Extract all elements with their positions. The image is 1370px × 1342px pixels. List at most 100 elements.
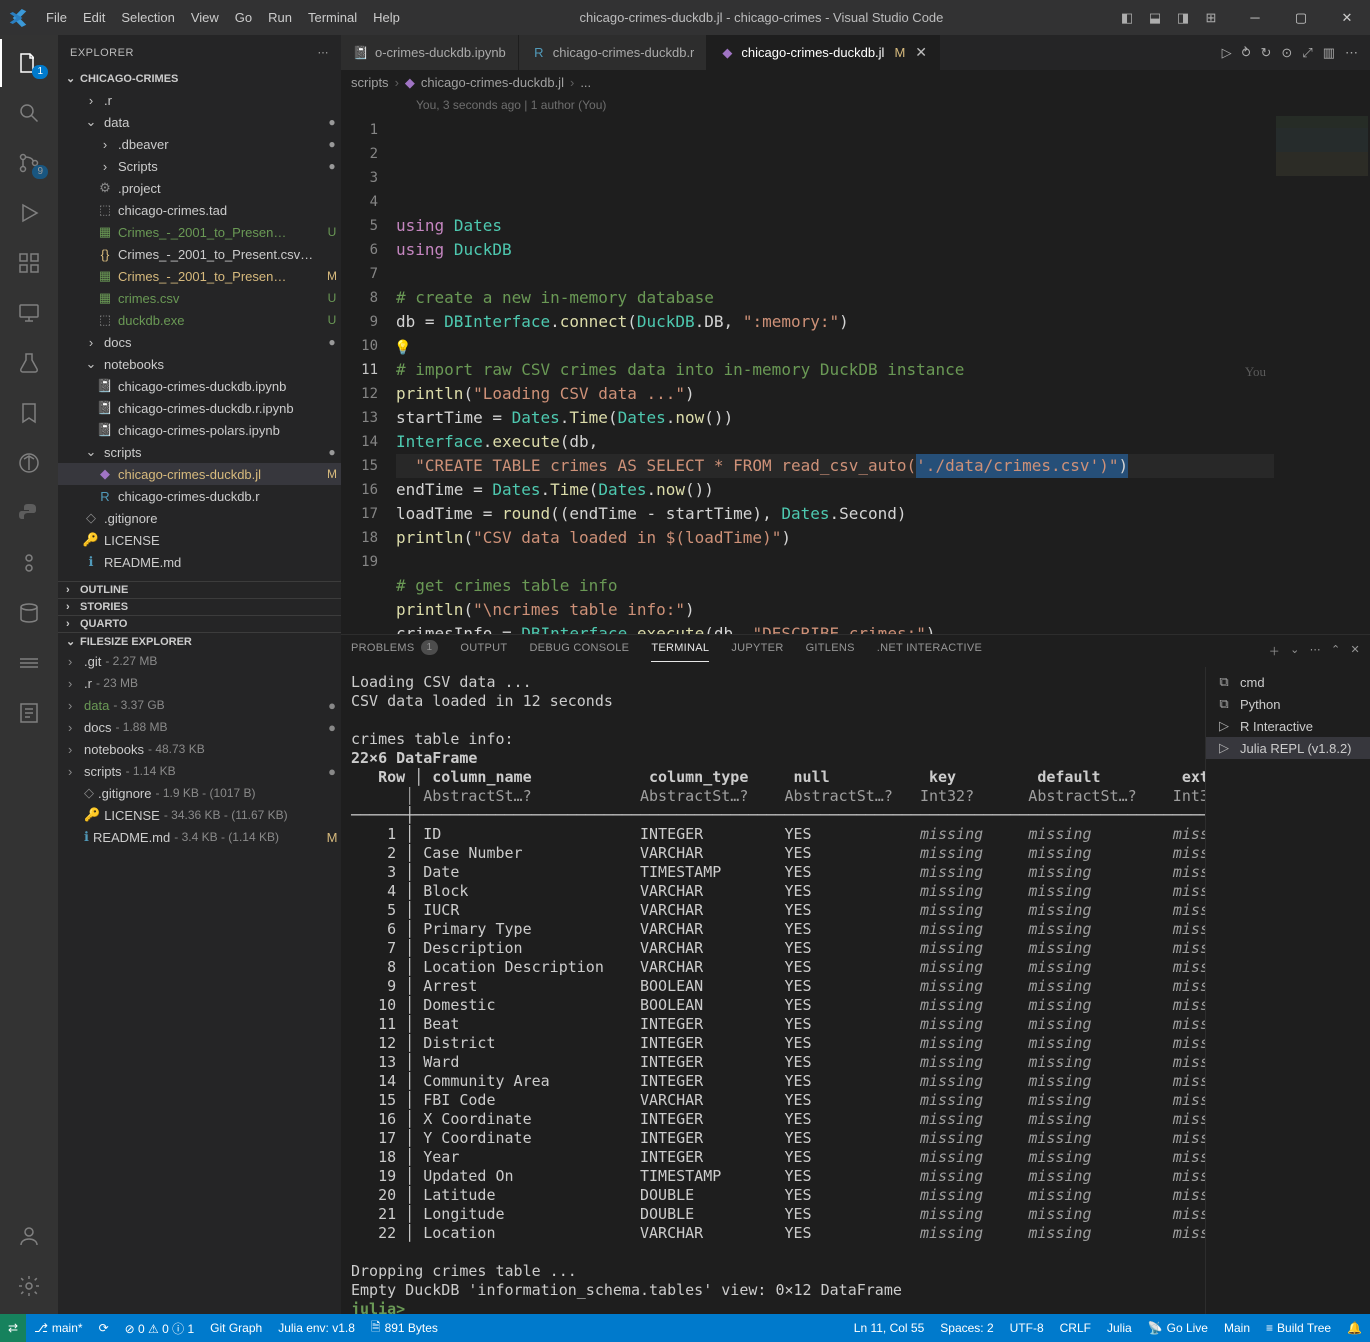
activity-python[interactable]: [0, 489, 58, 537]
breadcrumb-item[interactable]: ...: [580, 75, 591, 90]
terminal-item[interactable]: ⧉Python: [1206, 693, 1370, 715]
filesize-row[interactable]: ›.git - 2.27 MB: [58, 650, 341, 672]
diff-icon[interactable]: ⤢: [1302, 45, 1312, 61]
ellipsis-icon[interactable]: ⊙: [1281, 45, 1292, 61]
new-terminal-icon[interactable]: ＋: [1269, 643, 1280, 659]
minimap[interactable]: [1274, 114, 1370, 634]
editor-tab[interactable]: Rchicago-crimes-duckdb.r: [519, 35, 708, 70]
cursor-position[interactable]: Ln 11, Col 55: [846, 1321, 933, 1335]
filesize-indicator[interactable]: 🗎 891 Bytes: [363, 1314, 446, 1342]
activity-explorer[interactable]: 1: [0, 39, 58, 87]
breadcrumb-item[interactable]: scripts: [351, 75, 389, 90]
activity-account[interactable]: [0, 1212, 58, 1260]
tree-item[interactable]: ⌄notebooks: [58, 353, 341, 375]
menu-file[interactable]: File: [39, 10, 74, 25]
close-panel-icon[interactable]: ✕: [1350, 643, 1360, 659]
filesize-row[interactable]: 🔑LICENSE - 34.36 KB - (11.67 KB): [58, 804, 341, 826]
close-tab-icon[interactable]: ✕: [915, 44, 927, 61]
lightbulb-icon[interactable]: 💡: [396, 336, 411, 360]
indent-indicator[interactable]: Spaces: 2: [932, 1321, 1001, 1335]
activity-run[interactable]: [0, 189, 58, 237]
tree-item[interactable]: ▦crimes.csvU: [58, 287, 341, 309]
terminal-dropdown-icon[interactable]: ⌄: [1290, 643, 1300, 659]
split-icon[interactable]: ▥: [1323, 45, 1335, 61]
section-outline[interactable]: ›OUTLINE: [58, 581, 341, 598]
more-run-icon[interactable]: ⥁: [1242, 45, 1251, 61]
code-line[interactable]: loadTime = round((endTime - startTime), …: [396, 502, 1274, 526]
activity-jupyter[interactable]: [0, 539, 58, 587]
tree-item[interactable]: {}Crimes_-_2001_to_Present.csv…: [58, 243, 341, 265]
editor-tab[interactable]: ◆chicago-crimes-duckdb.jlM✕: [707, 35, 940, 70]
menu-help[interactable]: Help: [366, 10, 407, 25]
code-line[interactable]: using DuckDB: [396, 238, 1274, 262]
filesize-row[interactable]: ℹREADME.md - 3.4 KB - (1.14 KB)M: [58, 826, 341, 848]
activity-search[interactable]: [0, 89, 58, 137]
terminal-output[interactable]: Loading CSV data ... CSV data loaded in …: [341, 667, 1205, 1314]
panel-tab-output[interactable]: OUTPUT: [460, 640, 507, 662]
code-line[interactable]: println("CSV data loaded in $(loadTime)"…: [396, 526, 1274, 550]
remote-indicator[interactable]: ⇄: [0, 1314, 26, 1342]
activity-remote[interactable]: [0, 289, 58, 337]
language-indicator[interactable]: Julia: [1099, 1321, 1140, 1335]
panel-tab-problems[interactable]: PROBLEMS1: [351, 640, 438, 662]
sidebar-more-icon[interactable]: ⋯: [318, 46, 330, 59]
panel-tab-jupyter[interactable]: JUPYTER: [731, 640, 783, 662]
filesize-row[interactable]: ›docs - 1.88 MB●: [58, 716, 341, 738]
section-stories[interactable]: ›STORIES: [58, 598, 341, 615]
maximize-panel-icon[interactable]: ⌃: [1331, 643, 1341, 659]
filesize-row[interactable]: ◇.gitignore - 1.9 KB - (1017 B): [58, 782, 341, 804]
toggle-panel-bottom-icon[interactable]: ⬓: [1144, 7, 1166, 29]
close-button[interactable]: ✕: [1324, 0, 1370, 35]
code-line[interactable]: Interface.execute(db,: [396, 430, 1274, 454]
terminal-item[interactable]: ▷R Interactive: [1206, 715, 1370, 737]
code-line[interactable]: using Dates: [396, 214, 1274, 238]
activity-settings[interactable]: [0, 1262, 58, 1310]
panel-more-icon[interactable]: ⋯: [1310, 643, 1321, 659]
panel-tab-terminal[interactable]: TERMINAL: [651, 640, 709, 662]
code-line[interactable]: crimesInfo = DBInterface.execute(db, "DE…: [396, 622, 1274, 634]
window-indicator[interactable]: Main: [1216, 1321, 1258, 1335]
filesize-row[interactable]: ›data - 3.37 GB●: [58, 694, 341, 716]
buildtree-indicator[interactable]: ≡ Build Tree: [1258, 1321, 1339, 1335]
workspace-header[interactable]: ⌄ CHICAGO-CRIMES: [58, 70, 341, 87]
minimize-button[interactable]: ─: [1232, 0, 1278, 35]
section-quarto[interactable]: ›QUARTO: [58, 615, 341, 632]
tree-item[interactable]: ◇.gitignore: [58, 507, 341, 529]
tree-item[interactable]: ▦Crimes_-_2001_to_Presen…M: [58, 265, 341, 287]
customize-layout-icon[interactable]: ⊞: [1200, 7, 1222, 29]
breadcrumb-item[interactable]: chicago-crimes-duckdb.jl: [421, 75, 564, 90]
golive-indicator[interactable]: 📡 Go Live: [1140, 1321, 1216, 1335]
code-line[interactable]: # import raw CSV crimes data into in-mem…: [396, 358, 1274, 382]
tree-item[interactable]: ◆chicago-crimes-duckdb.jlM: [58, 463, 341, 485]
terminal-item[interactable]: ▷Julia REPL (v1.8.2): [1206, 737, 1370, 759]
activity-test[interactable]: [0, 339, 58, 387]
menu-edit[interactable]: Edit: [76, 10, 112, 25]
tree-item[interactable]: 📓chicago-crimes-polars.ipynb: [58, 419, 341, 441]
menu-selection[interactable]: Selection: [114, 10, 181, 25]
branch-indicator[interactable]: ⎇ main*: [26, 1314, 91, 1342]
filesize-row[interactable]: ›.r - 23 MB: [58, 672, 341, 694]
tree-item[interactable]: ›.r: [58, 89, 341, 111]
more-icon[interactable]: ⋯: [1345, 45, 1358, 61]
code-line[interactable]: # get crimes table info: [396, 574, 1274, 598]
activity-bookmarks[interactable]: [0, 389, 58, 437]
activity-database[interactable]: [0, 589, 58, 637]
terminal-item[interactable]: ⧉cmd: [1206, 671, 1370, 693]
tree-item[interactable]: ›docs●: [58, 331, 341, 353]
panel-tab-debug-console[interactable]: DEBUG CONSOLE: [529, 640, 629, 662]
code-line[interactable]: [396, 550, 1274, 574]
editor-body[interactable]: 12345678910111213141516171819 💡 You usin…: [341, 114, 1370, 634]
code-line[interactable]: [396, 334, 1274, 358]
eol-indicator[interactable]: CRLF: [1052, 1321, 1099, 1335]
menu-view[interactable]: View: [184, 10, 226, 25]
activity-scm[interactable]: 9: [0, 139, 58, 187]
code-line[interactable]: "CREATE TABLE crimes AS SELECT * FROM re…: [396, 454, 1274, 478]
code-line[interactable]: endTime = Dates.Time(Dates.now()): [396, 478, 1274, 502]
activity-layers[interactable]: [0, 639, 58, 687]
tree-item[interactable]: 🔑LICENSE: [58, 529, 341, 551]
notifications-indicator[interactable]: 🔔: [1339, 1321, 1370, 1335]
menu-run[interactable]: Run: [261, 10, 299, 25]
refresh-icon[interactable]: ↻: [1260, 45, 1271, 61]
panel-tab-.net-interactive[interactable]: .NET INTERACTIVE: [877, 640, 982, 662]
activity-extensions[interactable]: [0, 239, 58, 287]
